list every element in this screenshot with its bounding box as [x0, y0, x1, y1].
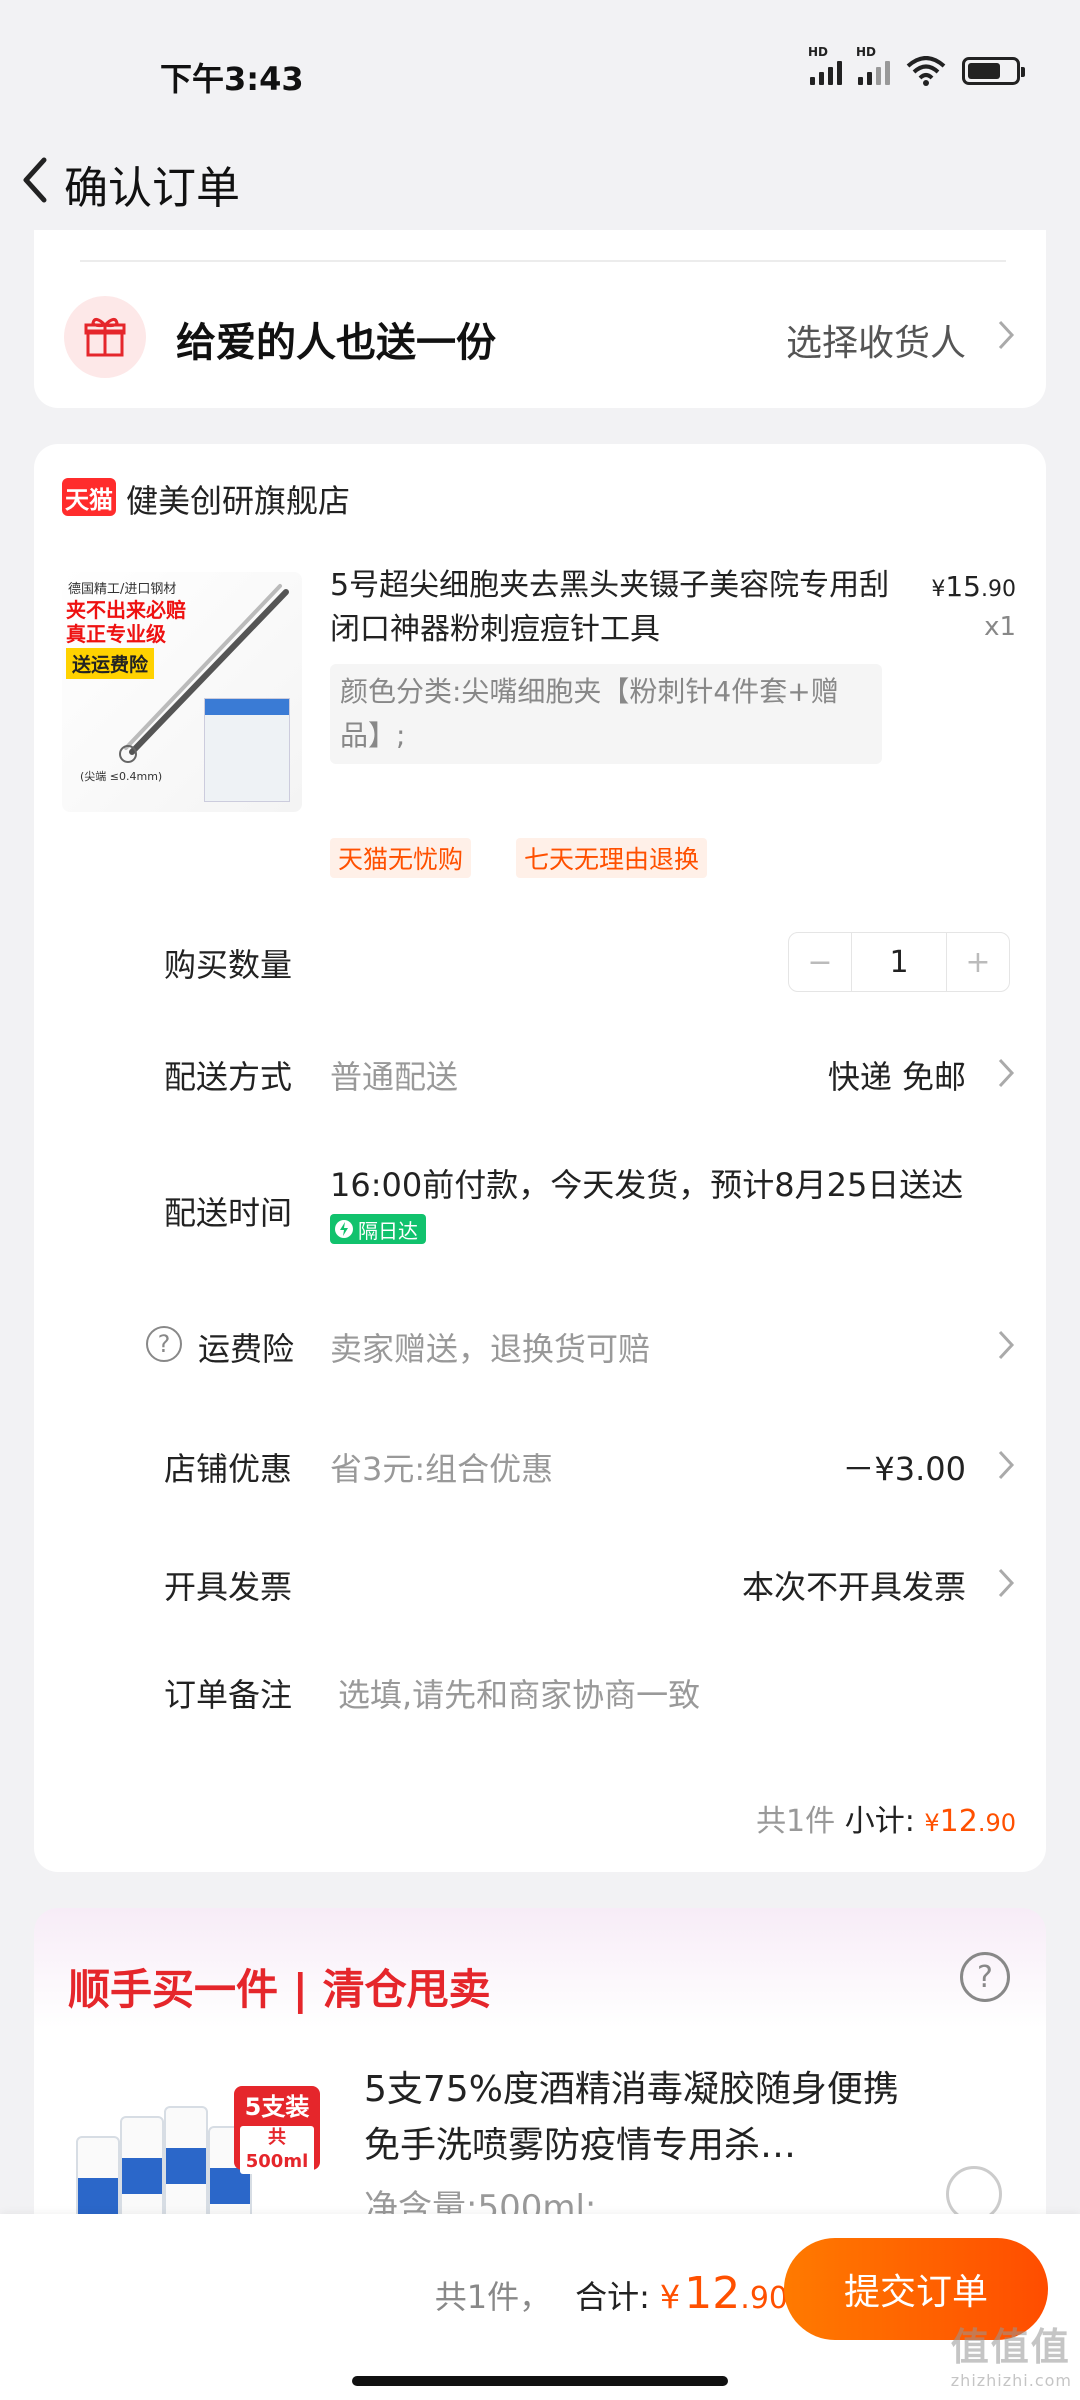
delivery-label: 配送方式: [164, 1058, 293, 1096]
invoice-label: 开具发票: [164, 1568, 293, 1606]
next-day-badge: 隔日达: [330, 1214, 426, 1244]
invoice-value: 本次不开具发票: [741, 1568, 966, 1606]
watermark: 值值值 zhizhizhi.com: [951, 2316, 1072, 2390]
shipping-insurance-label: 运费险: [198, 1330, 295, 1368]
delivery-value: 快递 免邮: [827, 1058, 966, 1096]
remark-label: 订单备注: [164, 1676, 293, 1714]
help-icon[interactable]: ?: [960, 1952, 1010, 2002]
delivery-time-desc: 16:00前付款，今天发货，预计8月25日送达: [330, 1166, 964, 1204]
total-dec: .90: [740, 2281, 788, 2316]
increment-button[interactable]: +: [947, 933, 1009, 991]
total-currency: ¥: [659, 2278, 681, 2316]
next-day-label: 隔日达: [358, 1218, 418, 1243]
tag-tmall-worry-free: 天猫无忧购: [330, 838, 472, 878]
chevron-right-icon: [998, 1058, 1015, 1088]
divider: [80, 260, 1006, 262]
delivery-desc: 普通配送: [330, 1058, 459, 1096]
gift-title: 给爱的人也送一份: [176, 320, 496, 366]
order-total: 共1件， 合计: ¥ 12 .90: [435, 2268, 788, 2319]
status-time: 下午3:43: [160, 60, 304, 98]
quantity-stepper[interactable]: − 1 +: [788, 932, 1010, 992]
total-count: 共1件，: [434, 2278, 552, 2316]
battery-icon: [962, 57, 1025, 85]
hd-signal-icon: HD: [808, 45, 842, 85]
product-image[interactable]: 德国精工/进口钢材 夹不出来必赔 真正专业级 送运费险 (尖端 ≤0.4mm): [62, 572, 302, 812]
watermark-url: zhizhizhi.com: [950, 2371, 1072, 2390]
subtotal-int: 12: [939, 1804, 978, 1839]
total-int: 12: [684, 2268, 741, 2319]
product-box: [204, 698, 290, 802]
product-sku[interactable]: 颜色分类:尖嘴细胞夹【粉刺针4件套+赠品】;: [330, 664, 882, 764]
wifi-icon: [906, 56, 946, 86]
product-title[interactable]: 5号超尖细胞夹去黑头夹镊子美容院专用刮闭口神器粉刺痘痘针工具: [330, 564, 910, 652]
subtotal-currency: ¥: [924, 1809, 940, 1837]
promo-title: 顺手买一件 | 清仓甩卖: [68, 1965, 491, 2014]
tmall-badge: 天猫: [62, 478, 116, 516]
shop-discount-label: 店铺优惠: [164, 1450, 293, 1488]
tag-seven-day-return: 七天无理由退换: [516, 838, 708, 878]
shop-name[interactable]: 健美创研旗舰店: [126, 476, 350, 522]
shipping-insurance-desc: 卖家赠送，退换货可赔: [330, 1330, 651, 1368]
page-title: 确认订单: [64, 163, 240, 214]
product-price: ¥15.90: [931, 570, 1016, 603]
total-label: 合计:: [575, 2278, 650, 2316]
home-indicator[interactable]: [352, 2376, 728, 2386]
choose-recipient-link[interactable]: 选择收货人: [786, 314, 966, 366]
gift-card[interactable]: 给爱的人也送一份 选择收货人: [34, 230, 1046, 408]
subtotal-count: 共1件: [756, 1804, 836, 1839]
chevron-right-icon: [998, 320, 1015, 350]
subtotal: 共1件 小计: ¥12.90: [756, 1796, 1016, 1840]
lightning-icon: [335, 1220, 353, 1238]
subtotal-dec: .90: [977, 1809, 1016, 1837]
promo-badge-sub: 共500ml: [240, 2126, 314, 2174]
quantity-value[interactable]: 1: [851, 933, 947, 991]
quantity-label: 购买数量: [164, 946, 293, 984]
delivery-time-label: 配送时间: [164, 1194, 293, 1232]
shop-discount-desc: 省3元:组合优惠: [330, 1450, 554, 1488]
decrement-button[interactable]: −: [789, 933, 851, 991]
chevron-right-icon: [998, 1450, 1015, 1480]
watermark-text: 值值值: [950, 2325, 1071, 2369]
product-qty: x1: [984, 612, 1016, 642]
gift-icon: [64, 296, 146, 378]
chevron-right-icon: [998, 1568, 1015, 1598]
remark-input[interactable]: 选填,请先和商家协商一致: [338, 1670, 700, 1716]
status-icons: HD HD: [808, 45, 1025, 86]
hd-signal-icon: HD: [856, 45, 890, 85]
status-bar: 下午3:43 HD HD: [0, 0, 1080, 130]
promo-pack-badge: 5支装 共500ml: [234, 2086, 320, 2174]
back-icon[interactable]: [14, 150, 64, 210]
promo-badge-main: 5支装: [244, 2093, 310, 2121]
shop-discount-value: －¥3.00: [842, 1450, 966, 1488]
chevron-right-icon: [998, 1330, 1015, 1360]
promo-product-name[interactable]: 5支75%度酒精消毒凝胶随身便携免手洗喷雾防疫情专用杀…: [364, 2062, 924, 2174]
product-image-tip: (尖端 ≤0.4mm): [80, 770, 163, 783]
page-header: 确认订单: [0, 130, 1080, 230]
subtotal-label: 小计:: [844, 1804, 915, 1839]
bottom-bar: 共1件， 合计: ¥ 12 .90 提交订单: [0, 2214, 1080, 2400]
order-card: 天猫 健美创研旗舰店 德国精工/进口钢材 夹不出来必赔 真正专业级 送运费险 (…: [34, 444, 1046, 1872]
help-icon[interactable]: ?: [146, 1326, 182, 1362]
